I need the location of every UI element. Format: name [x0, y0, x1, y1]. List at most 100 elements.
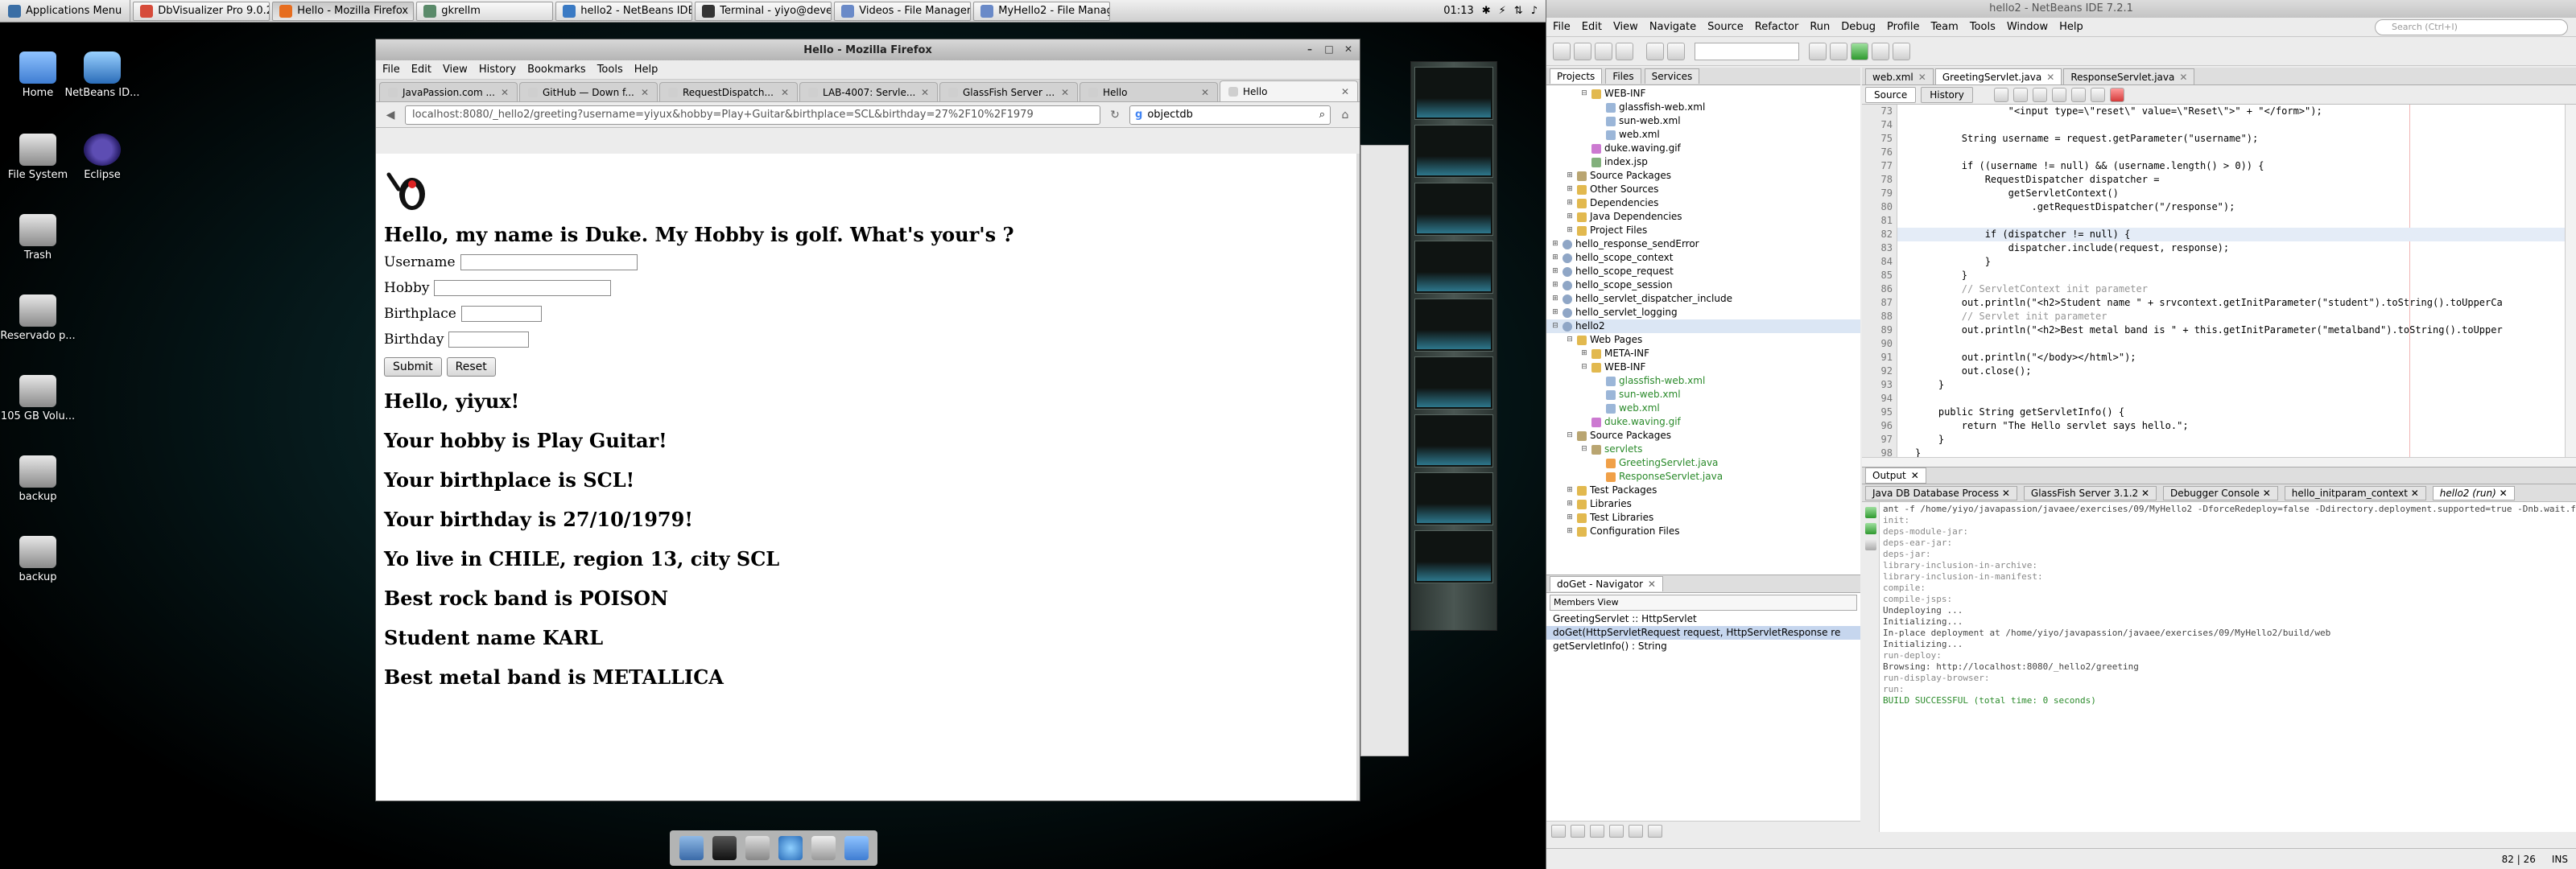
- undo-icon[interactable]: [1646, 42, 1664, 60]
- navigator-member[interactable]: getServletInfo() : String: [1546, 640, 1860, 653]
- tree-node[interactable]: ⊟ hello2: [1546, 319, 1860, 333]
- tab-projects[interactable]: Projects: [1550, 68, 1603, 84]
- tree-node[interactable]: ResponseServlet.java: [1546, 470, 1860, 484]
- output-subtab[interactable]: Debugger Console ✕: [2163, 485, 2278, 500]
- tree-node[interactable]: ⊞ hello_response_sendError: [1546, 237, 1860, 251]
- birthplace-input[interactable]: [460, 306, 542, 322]
- menu-profile[interactable]: Profile: [1887, 21, 1919, 33]
- close-tab-icon[interactable]: ✕: [2138, 488, 2149, 499]
- menu-history[interactable]: History: [479, 64, 516, 76]
- tree-node[interactable]: index.jsp: [1546, 155, 1860, 169]
- configuration-combo[interactable]: [1695, 42, 1799, 60]
- tree-node[interactable]: ⊟ Source Packages: [1546, 429, 1860, 443]
- browser-tab[interactable]: GitHub — Down f... ✕: [519, 82, 658, 101]
- desktop-icon-eclipse[interactable]: Eclipse: [58, 134, 147, 181]
- web-browser-icon[interactable]: [778, 836, 803, 860]
- gkrellm-monitor[interactable]: [1410, 61, 1497, 631]
- find-icon[interactable]: [2032, 87, 2047, 102]
- expand-toggle-icon[interactable]: ⊞: [1566, 183, 1574, 196]
- close-icon[interactable]: ✕: [1648, 579, 1656, 590]
- tree-node[interactable]: ⊟ servlets: [1546, 443, 1860, 456]
- tree-node[interactable]: ⊞ Dependencies: [1546, 196, 1860, 210]
- expand-toggle-icon[interactable]: ⊞: [1551, 306, 1559, 319]
- save-all-icon[interactable]: [1616, 42, 1633, 60]
- search-bar[interactable]: g objectdb ⌕: [1129, 105, 1331, 125]
- bluetooth-icon[interactable]: ✱: [1482, 5, 1491, 17]
- output-subtab[interactable]: hello2 (run) ✕: [2432, 485, 2515, 500]
- record-macro-icon[interactable]: [2109, 87, 2124, 102]
- folder-icon[interactable]: [844, 836, 869, 860]
- expand-toggle-icon[interactable]: ⊞: [1566, 497, 1574, 511]
- taskbar-button[interactable]: Hello - Mozilla Firefox: [272, 1, 415, 21]
- tree-node[interactable]: sun-web.xml: [1546, 114, 1860, 128]
- close-icon[interactable]: ✕: [1911, 470, 1919, 481]
- expand-toggle-icon[interactable]: ⊟: [1566, 429, 1574, 443]
- forward-icon[interactable]: [2013, 87, 2028, 102]
- close-tab-icon[interactable]: ✕: [1061, 87, 1069, 98]
- browser-tab[interactable]: Hello ✕: [1220, 80, 1358, 101]
- output-subtab[interactable]: GlassFish Server 3.1.2 ✕: [2023, 485, 2157, 500]
- expand-toggle-icon[interactable]: ⊟: [1566, 333, 1574, 347]
- tree-node[interactable]: ⊞ Test Packages: [1546, 484, 1860, 497]
- tree-node[interactable]: web.xml: [1546, 128, 1860, 142]
- menu-refactor[interactable]: Refactor: [1755, 21, 1799, 33]
- menu-window[interactable]: Window: [2007, 21, 2048, 33]
- expand-toggle-icon[interactable]: ⊞: [1551, 251, 1559, 265]
- netbeans-titlebar[interactable]: hello2 - NetBeans IDE 7.2.1: [1546, 0, 2576, 18]
- taskbar-button[interactable]: Terminal - yiyo@devel...: [695, 1, 832, 21]
- menu-debug[interactable]: Debug: [1841, 21, 1876, 33]
- browser-tab[interactable]: RequestDispatch... ✕: [659, 82, 798, 101]
- username-input[interactable]: [460, 254, 638, 270]
- tree-node[interactable]: ⊞ META-INF: [1546, 347, 1860, 360]
- open-project-icon[interactable]: [1595, 42, 1612, 60]
- tree-node[interactable]: ⊟ WEB-INF: [1546, 360, 1860, 374]
- menu-edit[interactable]: Edit: [1582, 21, 1602, 33]
- menu-run[interactable]: Run: [1810, 21, 1830, 33]
- browser-tab[interactable]: Hello ✕: [1080, 82, 1218, 101]
- back-icon[interactable]: ◀: [381, 105, 400, 125]
- menu-team[interactable]: Team: [1930, 21, 1958, 33]
- tree-node[interactable]: glassfish-web.xml: [1546, 101, 1860, 114]
- browser-tab[interactable]: LAB-4007: Servle... ✕: [799, 82, 938, 101]
- expand-toggle-icon[interactable]: ⊞: [1551, 237, 1559, 251]
- filter-icon[interactable]: [1648, 824, 1662, 838]
- desktop-icon-netbeans[interactable]: NetBeans ID...: [58, 51, 147, 99]
- debug-icon[interactable]: [1872, 42, 1889, 60]
- close-tab-icon[interactable]: ✕: [1918, 72, 1926, 83]
- stop-icon[interactable]: [1864, 539, 1876, 550]
- firefox-titlebar[interactable]: Hello - Mozilla Firefox – □ ✕: [376, 39, 1360, 60]
- output-console[interactable]: ant -f /home/yiyo/javapassion/javaee/exe…: [1862, 502, 2576, 832]
- close-tab-icon[interactable]: ✕: [921, 87, 929, 98]
- tree-node[interactable]: ⊞ Source Packages: [1546, 169, 1860, 183]
- rerun-with-options-icon[interactable]: [1864, 523, 1876, 534]
- maximize-icon[interactable]: □: [1323, 43, 1335, 56]
- close-tab-icon[interactable]: ✕: [2046, 72, 2054, 83]
- tree-node[interactable]: glassfish-web.xml: [1546, 374, 1860, 388]
- tree-node[interactable]: ⊞ Test Libraries: [1546, 511, 1860, 525]
- browser-tab[interactable]: JavaPassion.com ... ✕: [379, 82, 518, 101]
- members-view-combo[interactable]: Members View: [1550, 595, 1857, 611]
- file-manager-icon[interactable]: [745, 836, 770, 860]
- filter-icon[interactable]: [1609, 824, 1624, 838]
- editor-horizontal-scrollbar[interactable]: [1862, 457, 2576, 467]
- expand-toggle-icon[interactable]: ⊞: [1551, 292, 1559, 306]
- profile-icon[interactable]: [1893, 42, 1910, 60]
- close-tab-icon[interactable]: ✕: [2496, 488, 2508, 499]
- app-finder-icon[interactable]: [811, 836, 836, 860]
- page-scrollbar[interactable]: [1356, 154, 1360, 801]
- tree-node[interactable]: duke.waving.gif: [1546, 142, 1860, 155]
- submit-button[interactable]: Submit: [384, 357, 442, 377]
- expand-toggle-icon[interactable]: ⊞: [1551, 265, 1559, 278]
- tab-files[interactable]: Files: [1605, 68, 1641, 84]
- birthday-input[interactable]: [448, 332, 530, 348]
- tab-services[interactable]: Services: [1644, 68, 1700, 84]
- menu-tools[interactable]: Tools: [597, 64, 623, 76]
- terminal-icon[interactable]: [712, 836, 737, 860]
- desktop-icon-drive[interactable]: Reservado p...: [0, 294, 82, 342]
- expand-toggle-icon[interactable]: ⊟: [1580, 360, 1588, 374]
- filter-icon[interactable]: [1571, 824, 1585, 838]
- show-desktop-icon[interactable]: [679, 836, 704, 860]
- history-tab[interactable]: History: [1921, 86, 1973, 103]
- expand-toggle-icon[interactable]: ⊟: [1580, 443, 1588, 456]
- build-icon[interactable]: [1809, 42, 1827, 60]
